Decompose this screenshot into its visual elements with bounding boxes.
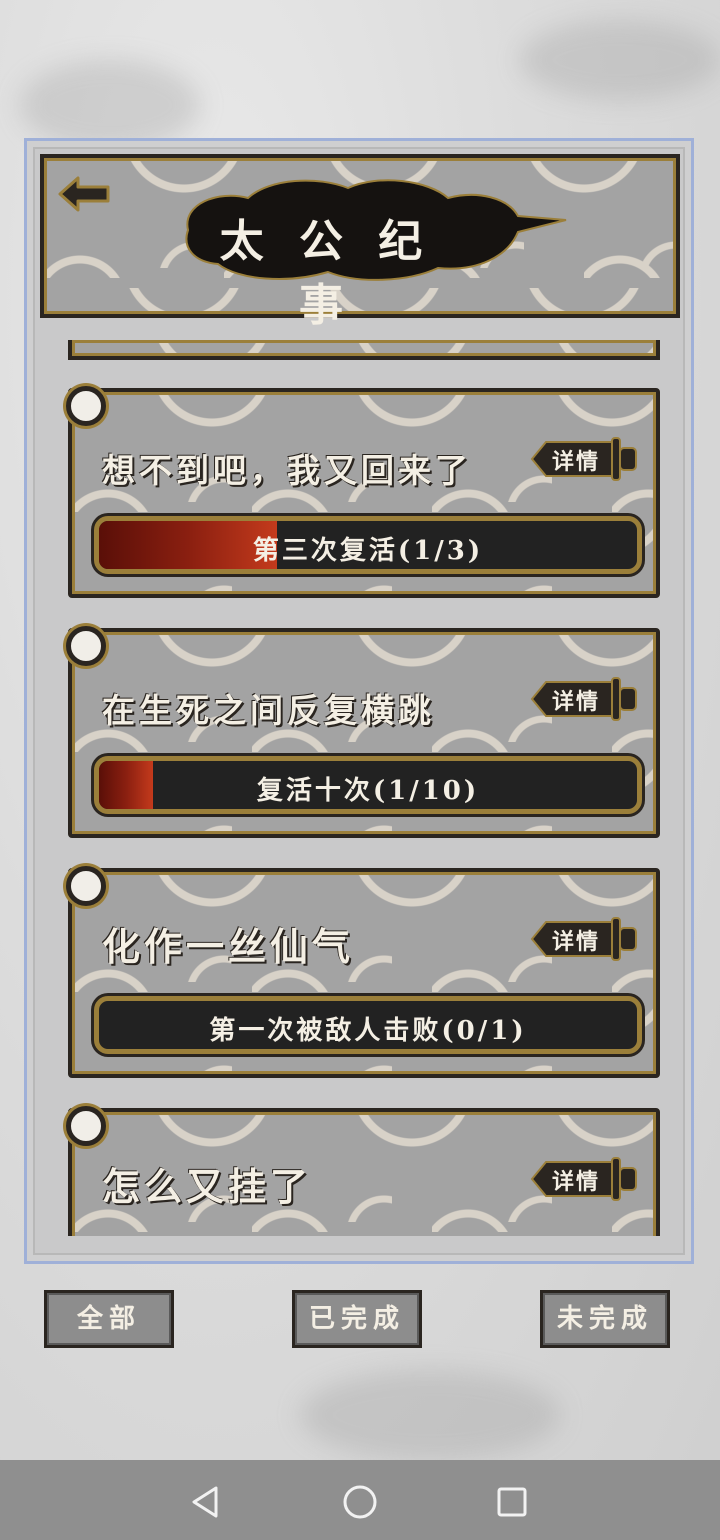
detail-button[interactable]: 详情 bbox=[530, 674, 638, 724]
progress-text: 第三次复活(1/3) bbox=[252, 536, 484, 566]
filter-all-button[interactable]: 全部 bbox=[44, 1290, 174, 1348]
progress-bar: 复活十次(1/10) bbox=[94, 756, 642, 814]
page-title: 太 公 纪 事 bbox=[219, 216, 433, 331]
previous-card-edge bbox=[68, 340, 660, 360]
achievement-card: 化作一丝仙气 详情 第一次被敌人击败(0/1) bbox=[66, 866, 660, 1078]
system-nav-bar bbox=[0, 1460, 720, 1540]
progress-bar: 第一次被敌人击败(0/1) bbox=[94, 996, 642, 1054]
card-ring-icon bbox=[66, 626, 106, 666]
achievement-title: 化作一丝仙气 bbox=[102, 924, 355, 969]
detail-label: 详情 bbox=[552, 929, 601, 955]
card-ring-icon bbox=[66, 386, 106, 426]
progress-bar: 第三次复活(1/3) bbox=[94, 516, 642, 574]
detail-button[interactable]: 详情 bbox=[530, 1154, 638, 1204]
background-smudge bbox=[20, 60, 200, 150]
achievement-card: 怎么又挂了 详情 bbox=[66, 1106, 660, 1236]
achievement-list[interactable]: 想不到吧，我又回来了 详情 第三次复活(1/3) 在生死之间反复横跳 详情 复活… bbox=[60, 340, 666, 1236]
progress-text: 复活十次(1/10) bbox=[256, 776, 480, 806]
detail-button[interactable]: 详情 bbox=[530, 914, 638, 964]
filter-incomplete-button[interactable]: 未完成 bbox=[540, 1290, 670, 1348]
achievement-title: 在生死之间反复横跳 bbox=[102, 691, 435, 730]
home-circle-icon[interactable] bbox=[340, 1482, 380, 1522]
achievement-card: 在生死之间反复横跳 详情 复活十次(1/10) bbox=[66, 626, 660, 838]
background-smudge bbox=[520, 20, 720, 100]
recents-square-icon[interactable] bbox=[492, 1482, 532, 1522]
detail-label: 详情 bbox=[552, 689, 601, 715]
filter-completed-button[interactable]: 已完成 bbox=[292, 1290, 422, 1348]
arrow-left-icon bbox=[58, 176, 110, 212]
achievement-title: 想不到吧，我又回来了 bbox=[102, 451, 472, 490]
card-ring-icon bbox=[66, 866, 106, 906]
progress-text: 第一次被敌人击败(0/1) bbox=[209, 1016, 527, 1046]
detail-label: 详情 bbox=[552, 449, 601, 475]
detail-button[interactable]: 详情 bbox=[530, 434, 638, 484]
detail-label: 详情 bbox=[552, 1169, 601, 1195]
back-button[interactable] bbox=[56, 172, 112, 216]
achievement-card: 想不到吧，我又回来了 详情 第三次复活(1/3) bbox=[66, 386, 660, 598]
background-smudge bbox=[300, 1370, 560, 1460]
back-triangle-icon[interactable] bbox=[186, 1482, 226, 1522]
achievement-title: 怎么又挂了 bbox=[102, 1164, 313, 1209]
card-ring-icon bbox=[66, 1106, 106, 1146]
